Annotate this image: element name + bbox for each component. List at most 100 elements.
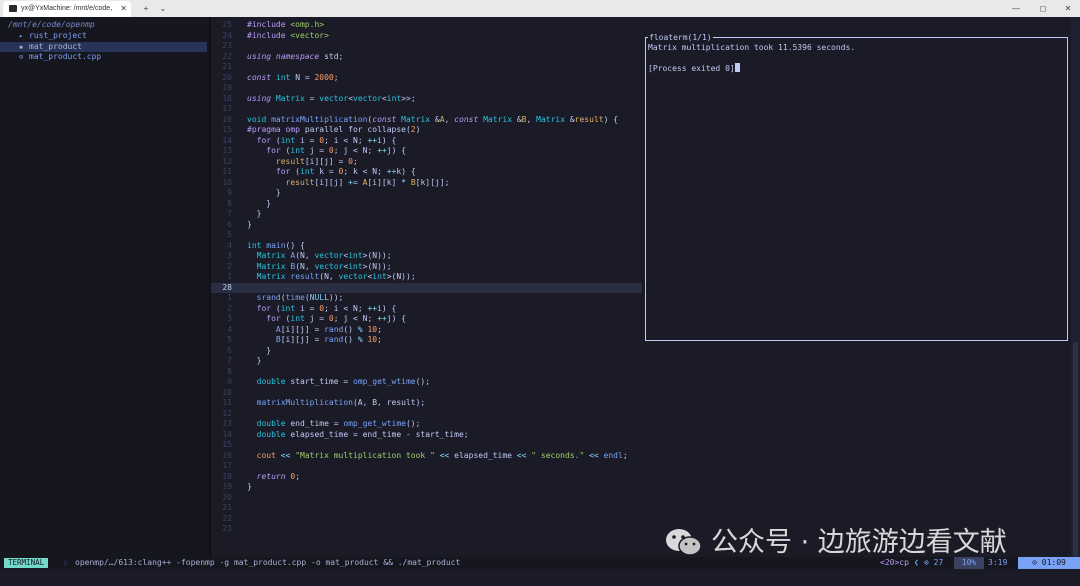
tree-item-label: rust_project	[29, 31, 87, 40]
code-text: result[i][j] = 0;	[275, 156, 358, 166]
code-text: double elapsed_time = end_time - start_t…	[256, 429, 469, 439]
code-text: }	[256, 209, 262, 218]
line-number: 12	[222, 156, 232, 166]
code-text: }	[256, 198, 272, 208]
code-line[interactable]: 25 #include <omp.h>	[211, 20, 1071, 31]
code-line[interactable]: 20	[211, 493, 1071, 504]
line-number: 5	[227, 335, 232, 344]
line-number: 19	[222, 482, 232, 491]
terminal-output-line: Matrix multiplication took 11.5396 secon…	[648, 43, 856, 52]
code-text: int main() {	[247, 240, 305, 250]
code-text: for (int k = 0; k < N; ++k) {	[275, 167, 416, 176]
tab-close-icon[interactable]: ✕	[120, 1, 127, 17]
line-number: 3	[227, 251, 232, 260]
code-line[interactable]: 14 double elapsed_time = end_time - star…	[211, 430, 1071, 441]
code-line[interactable]: 12	[211, 409, 1071, 420]
floaterm-window[interactable]: floaterm(1/1) Matrix multiplication took…	[645, 32, 1068, 341]
line-number: 6	[227, 219, 232, 229]
line-number: 21	[222, 503, 232, 512]
line-number: 11	[222, 167, 232, 176]
line-number: 2	[227, 261, 232, 271]
line-number: 2	[227, 303, 232, 313]
current-code-line[interactable]: 28	[211, 282, 642, 293]
line-number: 7	[227, 209, 232, 218]
line-number: 14	[222, 135, 232, 145]
command-line[interactable]	[0, 569, 1080, 586]
line-number: 8	[227, 366, 232, 376]
code-line[interactable]: 17	[211, 461, 1071, 472]
line-number: 14	[222, 429, 232, 439]
tree-item-mat-product[interactable]: ▪ mat_product	[0, 41, 207, 52]
watermark-text: 公众号 · 边旅游边看文献	[711, 527, 1007, 558]
tree-item-mat-product-cpp[interactable]: ⊙ mat_product.cpp	[0, 52, 207, 62]
tab-dropdown-button[interactable]: ⌄	[156, 0, 170, 17]
file-explorer: /mnt/e/code/openmp ▸ rust_project ▪ mat_…	[0, 17, 209, 557]
line-number: 3	[227, 314, 232, 323]
code-text: for (int i = 0; i < N; ++i) {	[256, 135, 397, 145]
line-number: 20	[222, 72, 232, 82]
code-line[interactable]: 7 }	[211, 356, 1071, 367]
code-text: B[i][j] = rand() % 10;	[275, 335, 382, 344]
code-text: #include <omp.h>	[247, 20, 325, 29]
line-number: 18	[222, 93, 232, 103]
wechat-icon	[666, 529, 702, 556]
line-number: 13	[222, 419, 232, 428]
line-number: 21	[222, 62, 232, 71]
tree-item-label: mat_product	[29, 41, 82, 51]
code-text: matrixMultiplication(A, B, result);	[256, 398, 426, 407]
code-line[interactable]: 16 cout << "Matrix multiplication took "…	[211, 451, 1071, 462]
line-number: 4	[227, 324, 232, 334]
code-line[interactable]: 9 double start_time = omp_get_wtime();	[211, 377, 1071, 388]
maximize-button[interactable]: ◻	[1032, 0, 1054, 17]
line-number: 10	[222, 177, 232, 187]
close-window-button[interactable]: ✕	[1057, 0, 1079, 17]
code-line[interactable]: 21	[211, 503, 1071, 514]
line-number: 20	[222, 492, 232, 502]
line-number: 9	[227, 377, 232, 386]
line-number: 16	[222, 450, 232, 460]
code-line[interactable]: 13 double end_time = omp_get_wtime();	[211, 419, 1071, 430]
line-number: 1	[227, 293, 232, 302]
scrollbar-thumb[interactable]	[1073, 342, 1078, 557]
mode-badge: TERMINAL	[4, 558, 49, 568]
code-text: #pragma omp parallel for collapse(2)	[247, 125, 421, 134]
line-number: 13	[222, 146, 232, 155]
terminal-exit-line: [Process exited 0]	[648, 63, 740, 74]
code-text: Matrix B(N, vector<int>(N));	[256, 261, 392, 271]
code-line[interactable]: 11 matrixMultiplication(A, B, result);	[211, 398, 1071, 409]
code-line[interactable]: 19}	[211, 482, 1071, 493]
terminal-icon	[9, 5, 17, 12]
tree-item-rust-project[interactable]: ▸ rust_project	[0, 31, 207, 41]
minimize-button[interactable]: —	[1005, 0, 1027, 17]
code-text: const int N = 2000;	[247, 72, 339, 82]
line-number: 1	[227, 272, 232, 281]
exit-message: [Process exited 0]	[648, 64, 735, 73]
file-icon: ▪	[19, 42, 24, 51]
code-text: void matrixMultiplication(const Matrix &…	[247, 114, 619, 124]
code-text: using Matrix = vector<vector<int>>;	[247, 93, 416, 103]
line-number: 10	[222, 387, 232, 397]
line-number: 16	[222, 114, 232, 124]
code-text: Matrix A(N, vector<int>(N));	[256, 251, 392, 260]
explorer-root[interactable]: /mnt/e/code/openmp	[0, 20, 207, 30]
code-line[interactable]: 6 }	[211, 346, 1071, 357]
line-number: 17	[222, 104, 232, 113]
code-text: Matrix result(N, vector<int>(N));	[256, 272, 416, 281]
code-text: for (int i = 0; i < N; ++i) {	[256, 303, 397, 313]
code-line[interactable]: 8	[211, 367, 1071, 378]
line-number: 24	[222, 30, 232, 40]
tree-item-label: mat_product.cpp	[29, 52, 102, 61]
code-line[interactable]: 10	[211, 388, 1071, 399]
line-number: 19	[222, 83, 232, 92]
cpp-file-icon: ⊙	[19, 53, 24, 61]
code-text: double start_time = omp_get_wtime();	[256, 377, 431, 386]
line-number: 18	[222, 471, 232, 481]
line-number: 9	[227, 188, 232, 197]
code-line[interactable]: 15	[211, 440, 1071, 451]
new-tab-button[interactable]: +	[139, 0, 153, 17]
code-text: }	[247, 482, 252, 491]
terminal-tab[interactable]: yx@YxMachine: /mnt/e/code, ✕	[3, 1, 131, 17]
code-line[interactable]: 18 return 0;	[211, 472, 1071, 483]
line-number: 28	[222, 282, 232, 292]
line-number: 15	[222, 125, 232, 134]
